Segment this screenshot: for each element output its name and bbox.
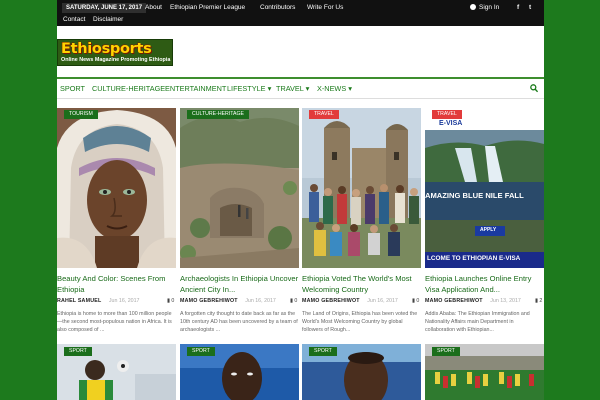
article-title[interactable]: Ethiopia Launches Online Entry Visa Appl… (425, 274, 544, 295)
comment-count[interactable]: ▮ 0 (290, 297, 297, 306)
article-card[interactable]: TRAVEL E-VISA AMAZING BLUE NILE FALL APP… (425, 108, 544, 333)
article-card[interactable]: SPORT (180, 344, 299, 400)
article-date: Jun 16, 2017 (245, 298, 276, 304)
menu-item-lifestyle[interactable]: LIFESTYLE ▾ (227, 83, 271, 95)
chevron-down-icon: ▾ (348, 84, 352, 93)
article-excerpt: Ethiopia is home to more than 100 millio… (57, 311, 172, 333)
top-link-write-for-us[interactable]: Write For Us (307, 3, 343, 13)
main-menu: SPORT CULTURE-HERITAGE ENTERTAINMENT LIF… (57, 77, 544, 99)
portrait-image (57, 108, 176, 268)
article-meta: RAHEL SAMUEL Jun 16, 2017 ▮ 0 (57, 297, 176, 306)
menu-item-x-news-label: X-NEWS (317, 84, 347, 93)
menu-item-lifestyle-label: LIFESTYLE (227, 84, 266, 93)
evisa-bottom-text: LCOME TO ETHIOPIAN E-VISA (427, 255, 521, 262)
article-thumbnail[interactable]: TRAVEL (302, 108, 421, 268)
evisa-apply: APPLY (480, 227, 497, 233)
category-badge[interactable]: SPORT (187, 347, 215, 356)
top-bar: SATURDAY, JUNE 17, 2017 About Ethiopian … (57, 0, 544, 26)
article-thumbnail[interactable]: TOURISM (57, 108, 176, 268)
chevron-down-icon: ▾ (305, 84, 310, 93)
logo-tagline: Online News Magazine Promoting Ethiopia (61, 57, 171, 63)
comment-count[interactable]: ▮ 0 (167, 297, 174, 306)
evisa-headline: AMAZING BLUE NILE FALL (425, 191, 524, 200)
top-link-contributors[interactable]: Contributors (260, 3, 295, 13)
evisa-top-text: E-VISA (439, 120, 463, 127)
article-date: Jun 16, 2017 (367, 298, 398, 304)
article-card[interactable]: TRAVEL Ethiopia Voted The World's Most W… (302, 108, 421, 333)
article-author[interactable]: RAHEL SAMUEL (57, 298, 101, 304)
article-card[interactable]: CULTURE-HERITAGE Archaeologists In Ethio… (180, 108, 299, 333)
category-badge[interactable]: CULTURE-HERITAGE (187, 110, 249, 119)
logo-brand: Ethiosports (61, 41, 152, 57)
article-excerpt: The Land of Origins, Ethiopia has been v… (302, 311, 418, 333)
article-title[interactable]: Ethiopia Voted The World's Most Welcomin… (302, 274, 421, 295)
category-badge[interactable]: SPORT (64, 347, 92, 356)
menu-item-sport[interactable]: SPORT (60, 83, 85, 95)
evisa-image (425, 108, 544, 268)
sign-in-label: Sign In (479, 4, 500, 11)
comment-icon: ▮ (535, 298, 538, 304)
menu-item-travel-label: TRAVEL (276, 84, 304, 93)
facebook-icon[interactable]: f (517, 3, 519, 13)
twitter-icon[interactable]: t (529, 3, 531, 13)
page-container: SATURDAY, JUNE 17, 2017 About Ethiopian … (57, 0, 544, 400)
top-link-premier-league[interactable]: Ethiopian Premier League (170, 3, 245, 13)
article-thumbnail[interactable]: TRAVEL E-VISA AMAZING BLUE NILE FALL APP… (425, 108, 544, 268)
article-excerpt: Addis Ababa: The Ethiopian Immigration a… (425, 311, 530, 333)
article-card[interactable]: SPORT (425, 344, 544, 400)
comment-count[interactable]: ▮ 0 (412, 297, 419, 306)
comment-count-value: 2 (539, 298, 543, 304)
castle-group-image (302, 108, 421, 268)
ruins-image (180, 108, 299, 268)
article-author[interactable]: MAMO GEBREHIWOT (302, 298, 360, 304)
sign-in-link[interactable]: Sign In (470, 3, 499, 13)
comment-icon: ▮ (412, 298, 415, 304)
article-meta: MAMO GEBREHIWOT Jun 13, 2017 ▮ 2 (425, 297, 544, 306)
article-meta: MAMO GEBREHIWOT Jun 16, 2017 ▮ 0 (180, 297, 299, 306)
current-date: SATURDAY, JUNE 17, 2017 (62, 3, 147, 13)
article-card[interactable]: SPORT (57, 344, 176, 400)
menu-item-x-news[interactable]: X-NEWS ▾ (317, 83, 352, 95)
comment-icon: ▮ (167, 298, 170, 304)
comment-icon: ▮ (290, 298, 293, 304)
comment-count-value: 0 (416, 298, 420, 304)
article-date: Jun 16, 2017 (108, 298, 140, 304)
article-title[interactable]: Beauty And Color: Scenes From Ethiopia (57, 274, 176, 295)
article-meta: MAMO GEBREHIWOT Jun 16, 2017 ▮ 0 (302, 297, 421, 306)
article-thumbnail[interactable]: CULTURE-HERITAGE (180, 108, 299, 268)
article-title[interactable]: Archaeologists In Ethiopia Uncover Ancie… (180, 274, 299, 295)
article-card[interactable]: TOURISM Beauty And Color: Scenes From Et… (57, 108, 176, 333)
category-badge[interactable]: TOURISM (64, 110, 98, 119)
comment-count[interactable]: ▮ 2 (535, 297, 542, 306)
article-author[interactable]: MAMO GEBREHIWOT (425, 298, 483, 304)
category-badge[interactable]: TRAVEL (432, 110, 462, 119)
comment-count-value: 0 (171, 298, 175, 304)
article-date: Jun 13, 2017 (490, 298, 521, 304)
chevron-down-icon: ▾ (267, 84, 272, 93)
top-link-contact[interactable]: Contact (63, 15, 85, 24)
article-card[interactable]: SPORT (302, 344, 421, 400)
category-badge[interactable]: SPORT (432, 347, 460, 356)
article-excerpt: A forgotten city thought to date back as… (180, 311, 298, 333)
category-badge[interactable]: SPORT (309, 347, 337, 356)
top-link-disclaimer[interactable]: Disclaimer (93, 15, 123, 24)
top-link-about[interactable]: About (145, 3, 162, 13)
category-badge[interactable]: TRAVEL (309, 110, 339, 119)
site-logo[interactable]: Ethiosports Online News Magazine Promoti… (57, 39, 173, 66)
search-icon[interactable] (530, 84, 538, 93)
menu-item-travel[interactable]: TRAVEL ▾ (276, 83, 309, 95)
comment-count-value: 0 (294, 298, 298, 304)
article-author[interactable]: MAMO GEBREHIWOT (180, 298, 238, 304)
menu-item-culture-heritage[interactable]: CULTURE-HERITAGE (92, 83, 165, 95)
menu-item-entertainment[interactable]: ENTERTAINMENT (165, 83, 226, 95)
user-icon (470, 3, 476, 10)
